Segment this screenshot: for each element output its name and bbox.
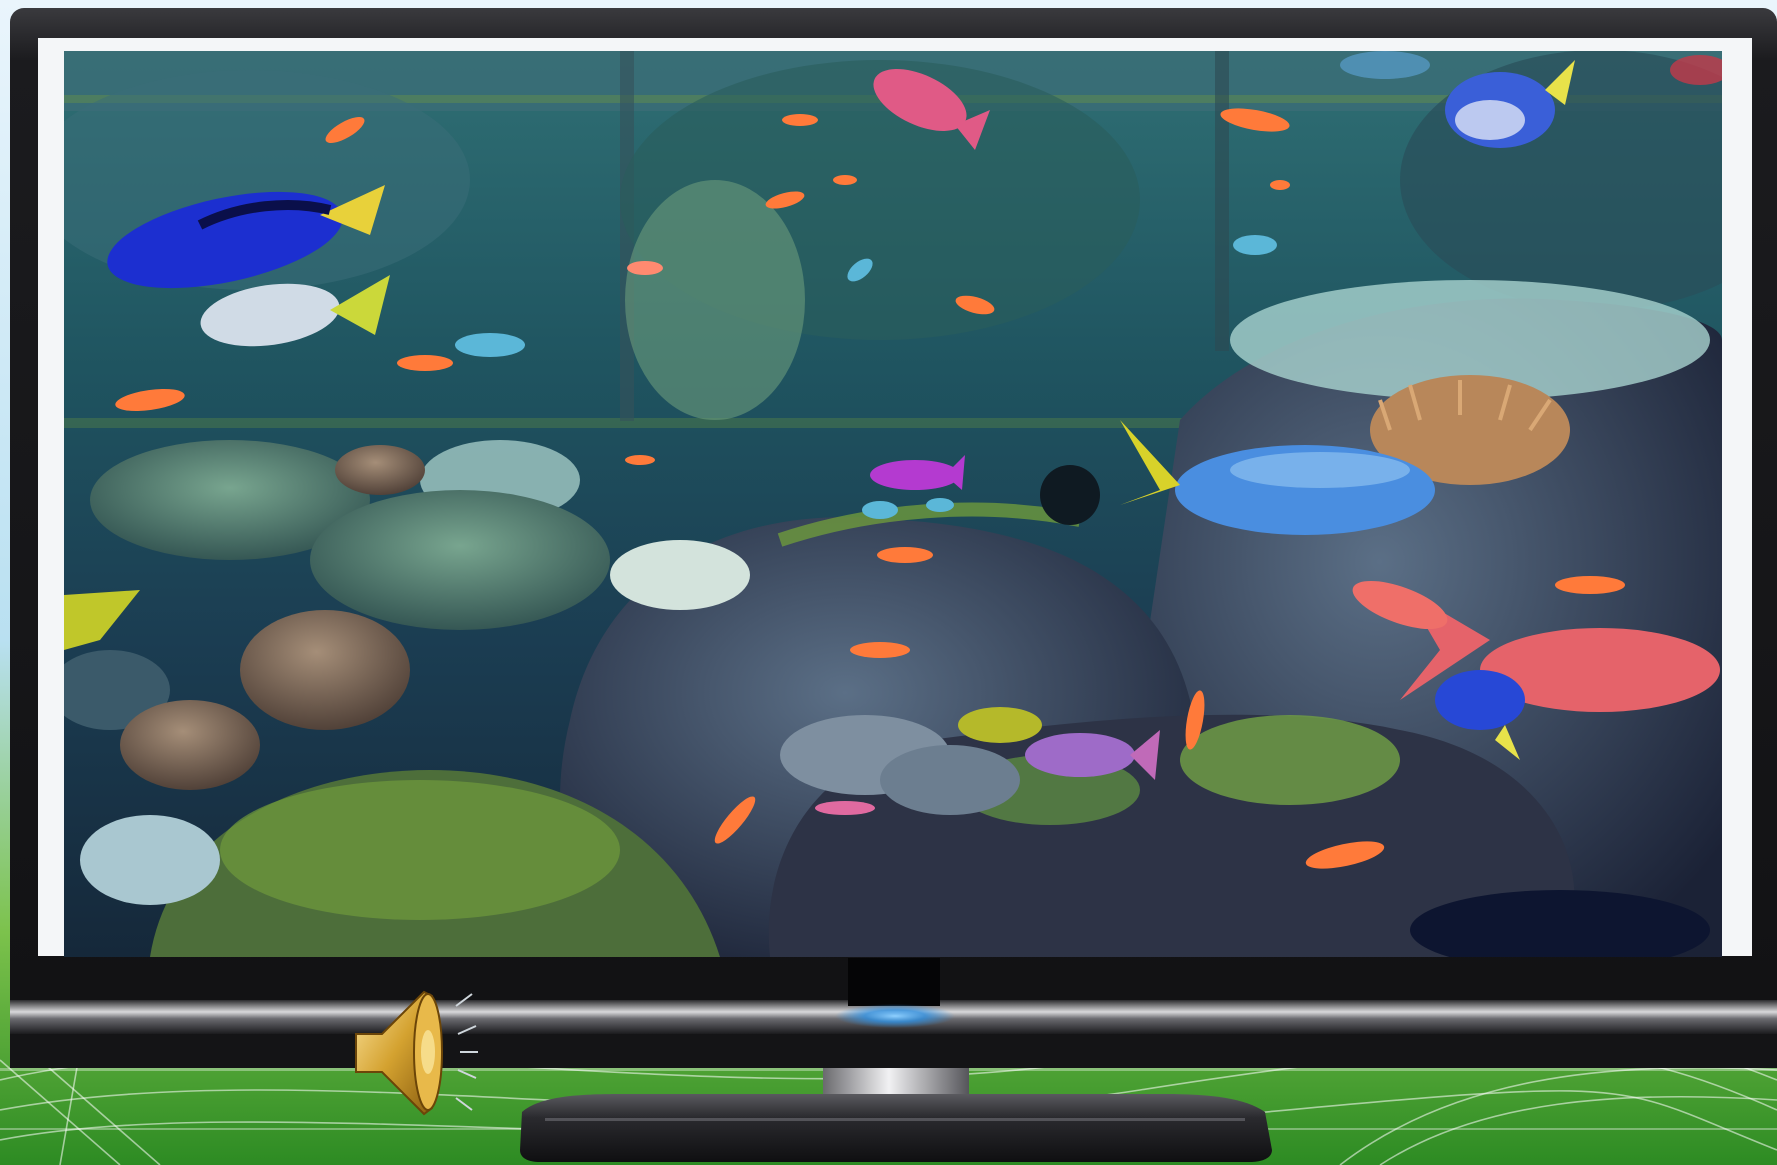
aquarium-screen xyxy=(64,51,1722,957)
yellow-fish xyxy=(958,707,1042,743)
speaker-volume-icon[interactable] xyxy=(352,986,480,1118)
brain-coral xyxy=(335,445,425,495)
television xyxy=(10,8,1777,1162)
tv-stand-base xyxy=(520,1094,1272,1162)
brain-coral xyxy=(240,610,410,730)
brain-coral xyxy=(120,700,260,790)
power-led xyxy=(835,1004,955,1028)
tv-sensor xyxy=(848,958,940,1006)
